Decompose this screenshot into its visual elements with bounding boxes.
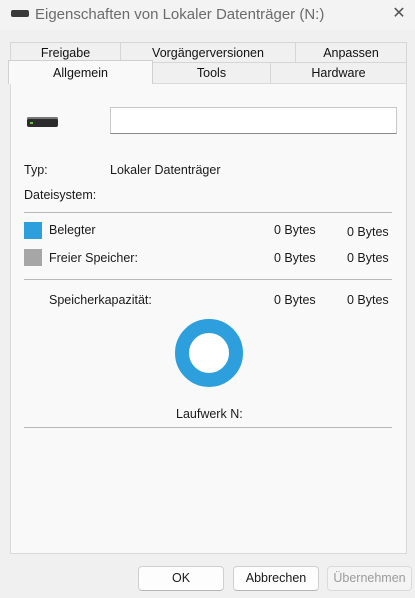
capacity-size: 0 Bytes xyxy=(347,293,389,307)
separator xyxy=(24,427,392,428)
tab-vorgaengerversionen[interactable]: Vorgängerversionen xyxy=(120,42,296,62)
free-label: Freier Speicher: xyxy=(49,251,138,265)
type-value: Lokaler Datenträger xyxy=(110,163,221,177)
free-color-swatch xyxy=(24,249,42,266)
drive-led-icon xyxy=(30,122,33,124)
separator xyxy=(24,279,392,280)
tab-tools[interactable]: Tools xyxy=(152,62,271,83)
used-bytes: 0 Bytes xyxy=(274,223,316,237)
drive-label: Laufwerk N: xyxy=(176,407,243,421)
drive-icon xyxy=(11,10,29,17)
free-bytes: 0 Bytes xyxy=(274,251,316,265)
separator xyxy=(24,212,392,213)
tab-anpassen[interactable]: Anpassen xyxy=(295,42,407,62)
filesystem-label: Dateisystem: xyxy=(24,188,97,202)
cancel-button[interactable]: Abbrechen xyxy=(233,566,319,591)
tab-allgemein[interactable]: Allgemein xyxy=(8,60,153,84)
capacity-bytes: 0 Bytes xyxy=(274,293,316,307)
used-size: 0 Bytes xyxy=(347,225,389,239)
tab-freigabe[interactable]: Freigabe xyxy=(10,42,121,62)
used-label: Belegter xyxy=(49,223,96,237)
tab-hardware[interactable]: Hardware xyxy=(270,62,407,83)
ok-button[interactable]: OK xyxy=(138,566,224,591)
free-size: 0 Bytes xyxy=(347,251,389,265)
used-color-swatch xyxy=(24,222,42,239)
usage-donut-chart xyxy=(175,319,243,387)
window-title: Eigenschaften von Lokaler Datenträger (N… xyxy=(35,6,325,23)
title-bar: Eigenschaften von Lokaler Datenträger (N… xyxy=(0,0,415,30)
drive-name-input[interactable] xyxy=(110,107,397,134)
type-label: Typ: xyxy=(24,163,48,177)
capacity-label: Speicherkapazität: xyxy=(49,293,152,307)
apply-button[interactable]: Übernehmen xyxy=(327,566,412,591)
close-button[interactable]: ✕ xyxy=(386,2,412,26)
